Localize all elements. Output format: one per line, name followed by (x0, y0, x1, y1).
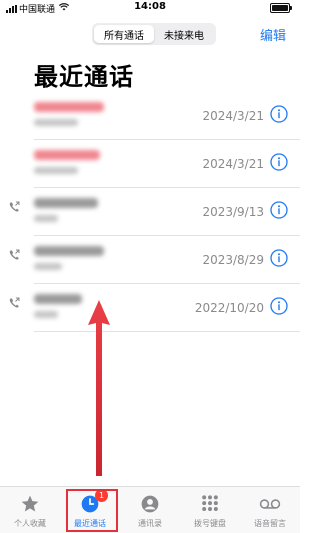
clock-icon: 1 (79, 489, 108, 515)
contact-label-redacted (34, 215, 58, 222)
call-row[interactable]: 2024/3/21 (0, 140, 300, 188)
tab-label: 语音留言 (254, 519, 286, 528)
info-icon[interactable] (270, 249, 288, 267)
bottom-tab-bar: 个人收藏 1 最近通话 通讯录 拨号键盘 语音留言 (0, 486, 300, 533)
call-date: 2024/3/21 (202, 109, 264, 123)
call-date: 2023/8/29 (202, 253, 264, 267)
status-bar: 中国联通 14:08 (0, 0, 300, 16)
contact-name-redacted (34, 102, 104, 112)
star-icon (19, 493, 41, 515)
tab-keypad[interactable]: 拨号键盘 (180, 487, 240, 533)
contact-name-redacted (34, 198, 98, 208)
contact-name-redacted (34, 246, 104, 256)
keypad-icon (199, 493, 221, 515)
page-title: 最近通话 (34, 63, 134, 91)
info-icon[interactable] (270, 201, 288, 219)
call-date: 2023/9/13 (202, 205, 264, 219)
status-time: 14:08 (134, 1, 166, 12)
battery-icon (270, 3, 292, 13)
info-icon[interactable] (270, 297, 288, 315)
tab-label: 通讯录 (138, 519, 162, 528)
call-date: 2022/10/20 (194, 301, 264, 315)
tab-label: 最近通话 (74, 519, 106, 528)
contact-icon (139, 493, 161, 515)
tab-favorites[interactable]: 个人收藏 (0, 487, 60, 533)
tab-voicemail[interactable]: 语音留言 (240, 487, 300, 533)
tab-contacts[interactable]: 通讯录 (120, 487, 180, 533)
call-date: 2024/3/21 (202, 157, 264, 171)
recent-calls-list: 2024/3/21 2024/3/21 2023/9/13 2023/8/29 2022… (0, 92, 300, 332)
contact-label-redacted (34, 311, 58, 318)
battery-level (272, 5, 288, 11)
contact-label-redacted (34, 263, 62, 270)
tab-label: 拨号键盘 (194, 519, 226, 528)
call-row[interactable]: 2023/8/29 (0, 236, 300, 284)
outgoing-call-icon (9, 201, 20, 212)
outgoing-call-icon (9, 297, 20, 308)
info-icon[interactable] (270, 153, 288, 171)
row-divider (34, 331, 300, 332)
call-row[interactable]: 2023/9/13 (0, 188, 300, 236)
call-row[interactable]: 2022/10/20 (0, 284, 300, 332)
outgoing-call-icon (9, 249, 20, 260)
tab-all-calls[interactable]: 所有通话 (94, 25, 154, 43)
call-row[interactable]: 2024/3/21 (0, 92, 300, 140)
info-icon[interactable] (270, 105, 288, 123)
tab-recents[interactable]: 1 最近通话 (60, 487, 120, 533)
missed-count-badge: 1 (95, 489, 108, 502)
contact-name-redacted (34, 294, 82, 304)
edit-button[interactable]: 编辑 (260, 25, 286, 44)
contact-label-redacted (34, 167, 78, 174)
contact-label-redacted (34, 119, 78, 126)
voicemail-icon (259, 493, 281, 515)
tab-missed-calls[interactable]: 未接来电 (154, 25, 214, 43)
tab-label: 个人收藏 (14, 519, 46, 528)
call-filter-segmented-control: 所有通话 未接来电 (92, 23, 216, 45)
contact-name-redacted (34, 150, 100, 160)
